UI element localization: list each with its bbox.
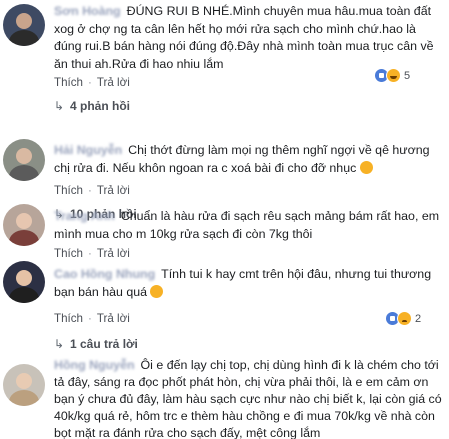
reaction-count: 2 (415, 312, 422, 325)
comment-author[interactable]: Hải Nguyễn (54, 143, 122, 157)
comment-actions: Thích · Trả lời (54, 184, 130, 197)
comment-author[interactable]: Trang Anh (54, 209, 115, 223)
reply-arrow-icon: ↳ (54, 99, 65, 113)
reply-button[interactable]: Trả lời (97, 184, 130, 197)
sad-icon (397, 311, 412, 326)
comment-actions: Thích · Trả lời (54, 312, 130, 325)
avatar[interactable] (3, 4, 45, 46)
avatar[interactable] (3, 261, 45, 303)
view-replies[interactable]: ↳ 1 câu trả lời (54, 337, 138, 351)
like-button[interactable]: Thích (54, 184, 83, 197)
reply-button[interactable]: Trả lời (97, 312, 130, 325)
separator: · (88, 247, 92, 260)
like-button[interactable]: Thích (54, 76, 83, 89)
sad-icon (150, 284, 164, 298)
view-replies[interactable]: ↳ 4 phản hồi (54, 99, 130, 113)
avatar[interactable] (3, 139, 45, 181)
comment-text: Trang Anh Chuẩn là hàu rửa đi sạch rêu sạ… (54, 208, 446, 243)
separator: · (88, 76, 92, 89)
avatar[interactable] (3, 204, 45, 246)
comment-author[interactable]: Sơn Hoàng (54, 4, 121, 18)
comment-author[interactable]: Cao Hồng Nhung (54, 267, 155, 281)
haha-icon (359, 160, 373, 174)
reaction-summary[interactable]: 5 (374, 68, 410, 83)
haha-icon (386, 68, 401, 83)
comment-actions: Thích · Trả lời (54, 76, 130, 89)
separator: · (88, 312, 92, 325)
like-button[interactable]: Thích (54, 312, 83, 325)
comment-actions: Thích · Trả lời (54, 247, 130, 260)
reaction-summary[interactable]: 2 (385, 311, 421, 326)
reply-button[interactable]: Trả lời (97, 76, 130, 89)
reaction-count: 5 (404, 69, 411, 82)
comment-text: Hải Nguyễn Chị thớt đừng làm mọi ng thêm … (54, 142, 446, 177)
avatar[interactable] (3, 364, 45, 406)
comment-author[interactable]: Hồng Nguyễn (54, 358, 135, 372)
comment-text: Sơn Hoàng ĐÚNG RUI B NHÉ.Mình chuyên mua … (54, 3, 446, 73)
comment-text: Cao Hồng Nhung Tính tui k hay cmt trên hộ… (54, 266, 436, 301)
comment-text: Hồng Nguyễn Ôi e đến lạy chị top, chị dùn… (54, 357, 446, 439)
like-button[interactable]: Thích (54, 247, 83, 260)
reply-button[interactable]: Trả lời (97, 247, 130, 260)
separator: · (88, 184, 92, 197)
reply-arrow-icon: ↳ (54, 337, 65, 351)
